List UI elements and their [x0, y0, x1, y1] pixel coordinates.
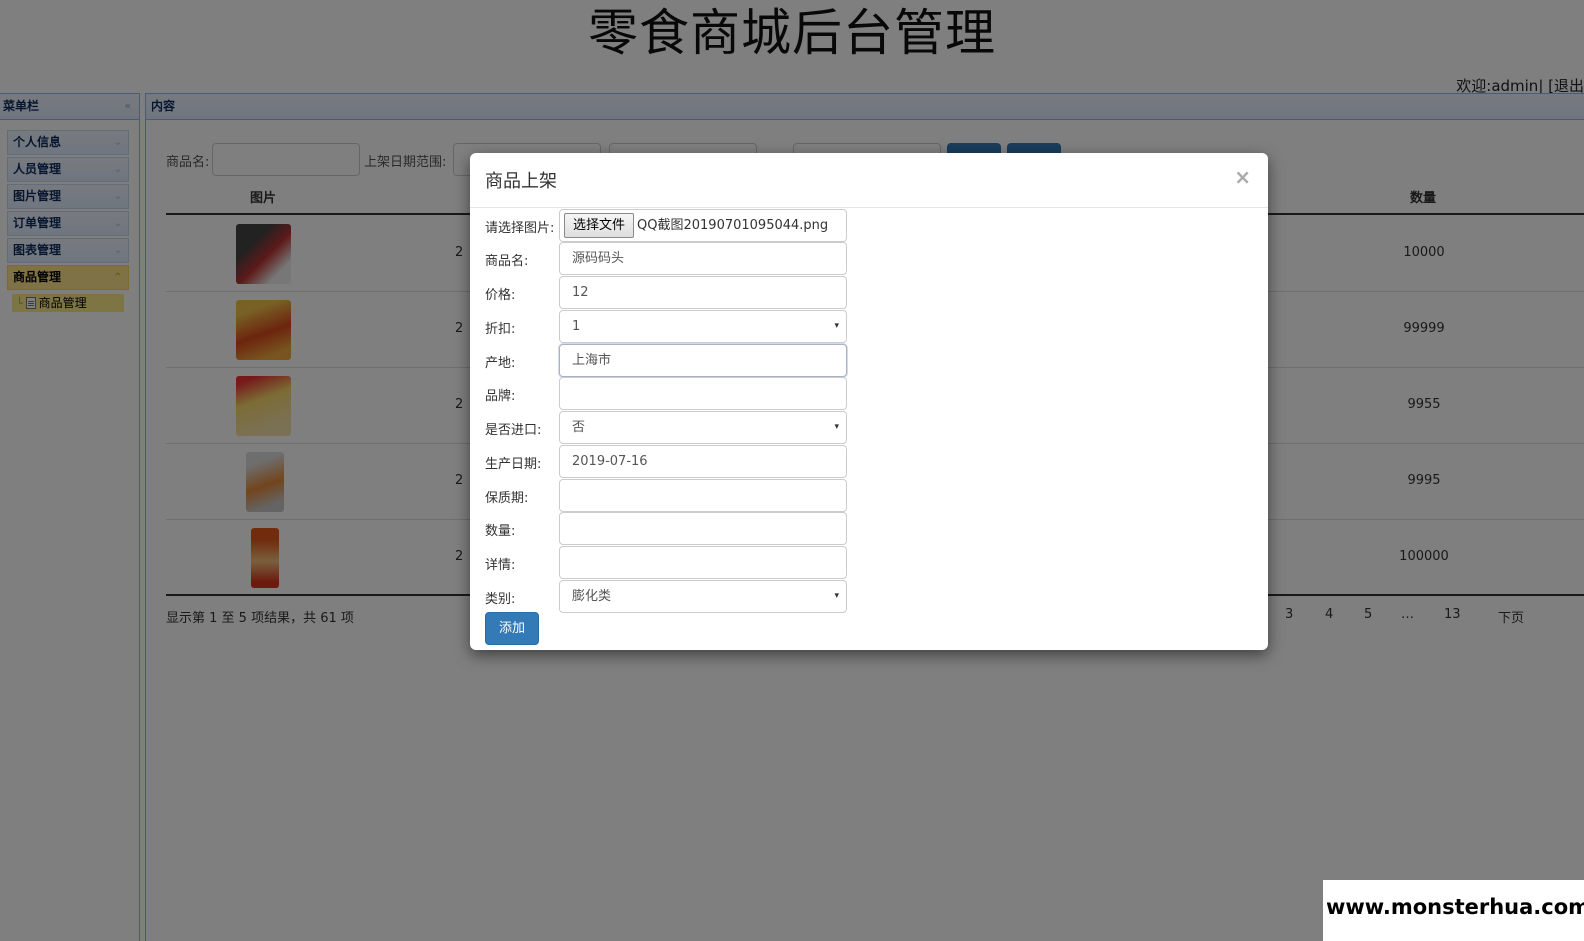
add-product-modal: 商品上架 × 请选择图片: 选择文件 QQ截图20190701095044.png… [470, 153, 1268, 650]
shelf-life-label: 保质期: [485, 491, 529, 506]
watermark: www.monsterhua.com [1323, 880, 1584, 941]
choose-file-button[interactable]: 选择文件 [564, 213, 635, 238]
image-file-input[interactable]: 选择文件 QQ截图20190701095044.png [559, 209, 847, 242]
file-name: QQ截图20190701095044.png [637, 218, 829, 233]
modal-header: 商品上架 × [470, 153, 1268, 208]
discount-label: 折扣: [485, 322, 516, 337]
discount-select[interactable]: 1 ▾ [559, 310, 847, 343]
price-label: 价格: [485, 288, 516, 303]
price-input[interactable]: 12 [559, 276, 847, 309]
name-input[interactable]: 源码码头 [559, 242, 847, 275]
submit-button[interactable]: 添加 [485, 612, 539, 645]
origin-label: 产地: [485, 356, 516, 371]
quantity-input[interactable] [559, 512, 847, 545]
caret-down-icon: ▾ [834, 591, 839, 601]
prod-date-label: 生产日期: [485, 457, 542, 472]
imported-label: 是否进口: [485, 423, 542, 438]
shelf-life-input[interactable] [559, 479, 847, 512]
caret-down-icon: ▾ [834, 422, 839, 432]
category-label: 类别: [485, 592, 516, 607]
discount-value: 1 [572, 319, 581, 334]
close-icon[interactable]: × [1234, 165, 1251, 189]
category-select[interactable]: 膨化类 ▾ [559, 580, 847, 613]
caret-down-icon: ▾ [834, 321, 839, 331]
quantity-label: 数量: [485, 524, 516, 539]
prod-date-input[interactable]: 2019-07-16 [559, 445, 847, 478]
imported-value: 否 [572, 420, 586, 435]
category-value: 膨化类 [572, 589, 612, 604]
brand-input[interactable] [559, 377, 847, 410]
imported-select[interactable]: 否 ▾ [559, 411, 847, 444]
watermark-text: www.monsterhua.com [1326, 895, 1584, 919]
modal-title: 商品上架 [485, 171, 557, 192]
detail-input[interactable] [559, 546, 847, 579]
name-label: 商品名: [485, 254, 529, 269]
detail-label: 详情: [485, 558, 516, 573]
origin-input[interactable]: 上海市 [559, 344, 847, 377]
image-label: 请选择图片: [485, 221, 555, 236]
brand-label: 品牌: [485, 389, 516, 404]
